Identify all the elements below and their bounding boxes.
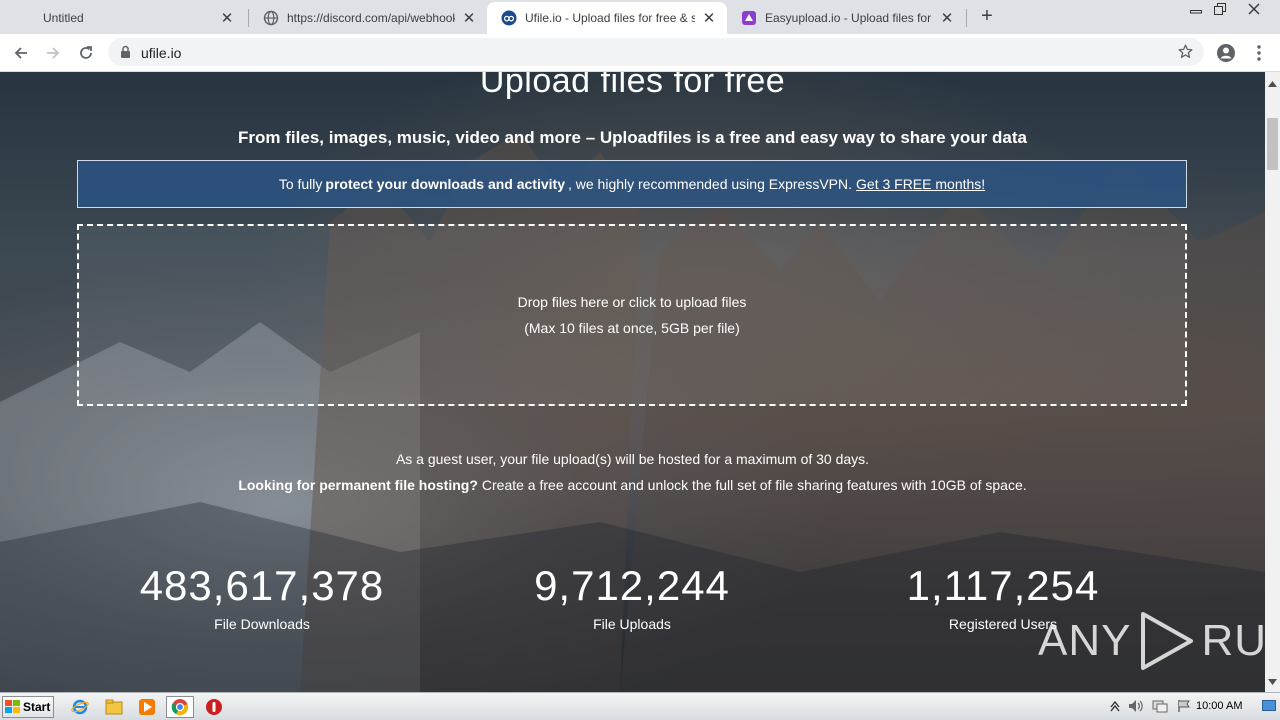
close-tab-icon[interactable]: ✕ — [461, 10, 477, 27]
account-icon — [1217, 44, 1235, 62]
permanent-hosting-notice: Looking for permanent file hosting? Creat… — [0, 477, 1265, 493]
tab-easyupload[interactable]: Easyupload.io - Upload files for free ✕ — [727, 2, 965, 34]
clock[interactable]: 10:00 AM — [1196, 700, 1242, 712]
volume-icon[interactable] — [1128, 699, 1144, 718]
reload-button[interactable] — [73, 40, 99, 66]
url-text: ufile.io — [141, 45, 182, 61]
network-icon[interactable] — [1152, 699, 1168, 718]
promo-prefix: To fully — [278, 176, 323, 192]
close-tab-icon[interactable]: ✕ — [939, 10, 955, 27]
new-tab-button[interactable]: + — [976, 5, 998, 27]
ie-taskbar-icon[interactable] — [66, 696, 94, 718]
media-player-taskbar-icon[interactable] — [133, 696, 161, 718]
ufile-icon — [501, 10, 517, 26]
antivirus-taskbar-icon[interactable] — [200, 696, 228, 718]
anyrun-watermark: ANY RUN — [1038, 610, 1265, 672]
stat-value: 483,617,378 — [139, 562, 385, 609]
menu-button[interactable] — [1246, 40, 1272, 66]
kebab-menu-icon — [1257, 45, 1261, 61]
globe-icon — [263, 10, 279, 26]
stat-label: File Downloads — [214, 616, 310, 632]
stat-downloads: 483,617,378 File Downloads — [97, 562, 427, 632]
reload-icon — [80, 46, 92, 59]
address-bar[interactable]: ufile.io — [108, 38, 1204, 66]
forward-button[interactable] — [40, 40, 66, 66]
promo-middle: , we highly recommended using ExpressVPN… — [567, 176, 853, 192]
close-tab-icon[interactable]: ✕ — [701, 10, 717, 27]
watermark-left-text: ANY — [1038, 616, 1132, 665]
show-hidden-icons-icon[interactable] — [1110, 699, 1120, 718]
restore-button[interactable] — [1209, 0, 1231, 18]
dropzone-limits: (Max 10 files at once, 5GB per file) — [524, 320, 740, 336]
page-content: Upload files for free From files, images… — [0, 72, 1265, 692]
scroll-up-icon[interactable] — [1268, 74, 1277, 92]
chrome-taskbar-icon[interactable] — [166, 696, 194, 718]
guest-notice: As a guest user, your file upload(s) wil… — [395, 451, 870, 467]
bookmark-star-icon[interactable] — [1177, 43, 1194, 65]
account-button[interactable] — [1213, 40, 1239, 66]
permanent-bold: Looking for permanent file hosting? — [238, 477, 478, 493]
tab-untitled[interactable]: Untitled ✕ — [29, 2, 245, 34]
explorer-taskbar-icon[interactable] — [100, 696, 128, 718]
easyupload-icon — [741, 10, 757, 26]
close-window-button[interactable] — [1240, 0, 1268, 18]
minimize-button[interactable] — [1185, 0, 1207, 18]
stat-value: 1,117,254 — [906, 562, 1100, 609]
tab-title: https://discord.com/api/webhooks/9 — [287, 11, 455, 25]
scroll-down-icon[interactable] — [1268, 672, 1277, 690]
windows-taskbar: Start 10:00 AM — [0, 692, 1280, 720]
back-button[interactable] — [8, 40, 34, 66]
back-arrow-icon — [14, 47, 27, 59]
tab-title: Ufile.io - Upload files for free & shar — [525, 11, 695, 25]
dropzone-instruction: Drop files here or click to upload files — [517, 294, 747, 310]
upload-dropzone[interactable]: Drop files here or click to upload files… — [77, 224, 1187, 406]
tab-title: Easyupload.io - Upload files for free — [765, 11, 933, 25]
stat-value: 9,712,244 — [534, 562, 730, 609]
start-label: Start — [23, 700, 51, 714]
stat-label: File Uploads — [593, 616, 671, 632]
promo-link[interactable]: Get 3 FREE months! — [856, 176, 985, 192]
scrollbar-thumb[interactable] — [1267, 118, 1278, 170]
vpn-promo-banner: To fully protect your downloads and acti… — [77, 160, 1187, 208]
lock-icon[interactable] — [120, 45, 131, 64]
show-desktop-icon[interactable] — [1262, 699, 1276, 718]
tab-separator — [966, 9, 967, 27]
play-logo-icon — [1141, 612, 1194, 670]
tab-strip: Untitled ✕ https://discord.com/api/webho… — [0, 0, 1280, 34]
permanent-text: Create a free account and unlock the ful… — [481, 477, 1027, 493]
close-tab-icon[interactable]: ✕ — [219, 10, 235, 27]
forward-arrow-icon — [47, 47, 60, 59]
watermark-right-text: RUN — [1201, 616, 1265, 665]
tab-title: Untitled — [43, 11, 84, 25]
tab-discord[interactable]: https://discord.com/api/webhooks/9 ✕ — [249, 2, 487, 34]
start-button[interactable]: Start — [2, 696, 54, 718]
browser-toolbar: ufile.io — [0, 34, 1280, 72]
promo-bold: protect your downloads and activity — [325, 176, 565, 192]
stat-uploads: 9,712,244 File Uploads — [467, 562, 797, 632]
windows-logo-icon — [5, 700, 20, 713]
action-center-flag-icon[interactable] — [1177, 699, 1191, 718]
page-scrollbar[interactable] — [1265, 72, 1280, 692]
tab-ufile[interactable]: Ufile.io - Upload files for free & shar … — [487, 2, 727, 34]
hero-title: Upload files for free — [479, 72, 786, 100]
subtitle: From files, images, music, video and mor… — [238, 128, 1027, 147]
